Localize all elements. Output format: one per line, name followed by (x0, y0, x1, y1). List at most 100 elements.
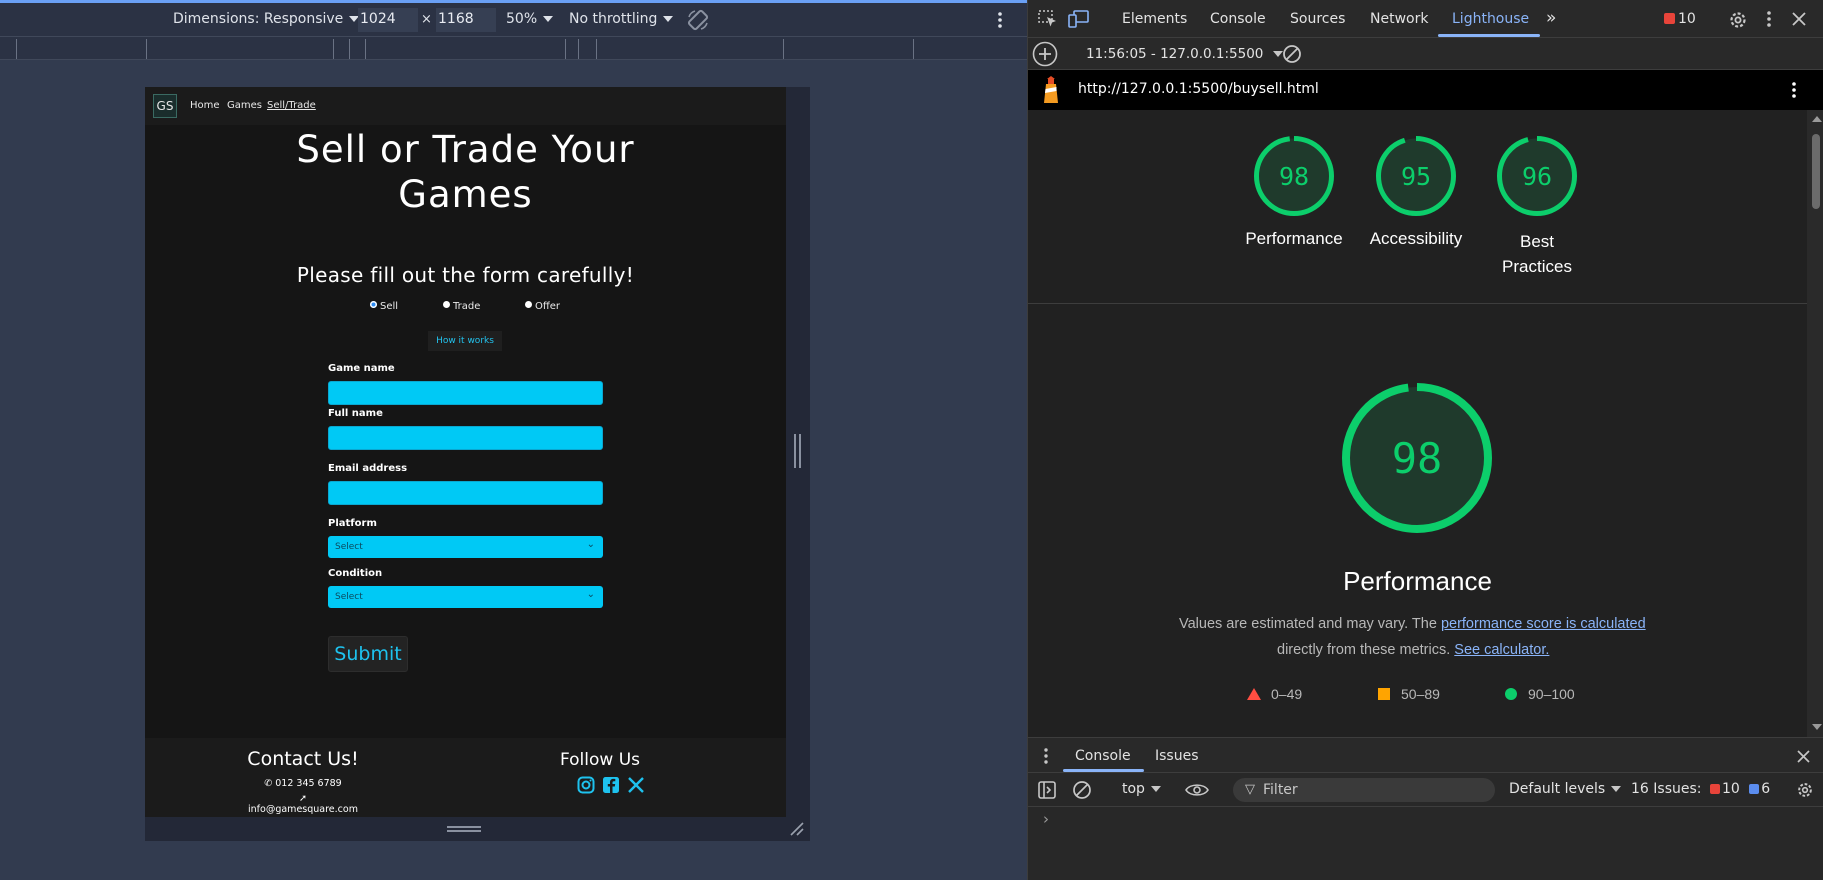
inspect-element-icon[interactable] (1038, 10, 1058, 28)
width-input[interactable]: 1024 (358, 8, 418, 32)
clear-console-icon[interactable] (1072, 780, 1092, 800)
performance-gauge[interactable]: 98 (1253, 135, 1335, 217)
context-selector[interactable]: top (1122, 781, 1161, 797)
clear-reports-icon[interactable] (1282, 44, 1302, 64)
report-menu-icon[interactable] (1788, 81, 1800, 99)
close-devtools-icon[interactable] (1792, 12, 1806, 26)
legend-average-label: 50–89 (1401, 686, 1440, 702)
tab-lighthouse[interactable]: Lighthouse (1452, 11, 1529, 27)
best-practices-gauge-label: Best Practices (1502, 232, 1572, 276)
scroll-down-icon[interactable] (1812, 724, 1822, 730)
legend-pass: 90–100 (1505, 686, 1575, 702)
contact-email: ➚ info@gamesquare.com (245, 793, 361, 815)
tab-network[interactable]: Network (1370, 11, 1428, 27)
nav-home[interactable]: Home (190, 100, 220, 111)
how-it-works-button[interactable]: How it works (428, 331, 502, 351)
instagram-icon[interactable] (577, 776, 595, 794)
submit-button[interactable]: Submit (328, 636, 408, 672)
phone-text: 012 345 6789 (275, 778, 342, 789)
width-resize-handle[interactable] (794, 434, 801, 468)
accessibility-gauge[interactable]: 95 (1375, 135, 1457, 217)
height-resize-handle[interactable] (447, 826, 481, 832)
best-practices-gauge[interactable]: 96 (1496, 135, 1578, 217)
report-url-bar: http://127.0.0.1:5500/buysell.html (1028, 70, 1823, 110)
site-logo[interactable]: GS (153, 94, 177, 118)
caret-down-icon (1150, 786, 1161, 792)
throttling-dropdown[interactable]: No throttling (569, 11, 674, 27)
console-filter-input[interactable]: ▽ Filter (1233, 778, 1495, 802)
more-tabs-icon[interactable]: » (1546, 8, 1556, 28)
dimensions-dropdown[interactable]: Dimensions: Responsive (173, 11, 360, 27)
scroll-thumb[interactable] (1812, 134, 1820, 209)
follow-title: Follow Us (559, 750, 641, 770)
error-icon (1664, 13, 1675, 24)
devtools-tab-bar: Elements Console Sources Network Lightho… (1028, 0, 1823, 38)
platform-select[interactable]: Select ⌄ (328, 536, 603, 558)
live-expression-eye-icon[interactable] (1185, 782, 1209, 798)
report-selector[interactable]: 11:56:05 - 127.0.0.1:5500 (1086, 46, 1284, 62)
console-output[interactable]: › (1028, 807, 1823, 880)
lighthouse-logo-icon (1044, 76, 1058, 103)
rotate-icon[interactable] (686, 8, 710, 32)
context-label: top (1122, 781, 1145, 797)
nav-games[interactable]: Games (227, 100, 262, 111)
full-name-label: Full name (328, 408, 383, 419)
drawer-tab-issues[interactable]: Issues (1155, 748, 1199, 764)
contact-phone: ✆ 012 345 6789 (245, 778, 361, 789)
times-symbol: × (421, 12, 432, 27)
site-navbar: GS Home Games Sell/Trade (145, 87, 786, 125)
gauge-score: 96 (1522, 162, 1552, 191)
nav-sell-trade[interactable]: Sell/Trade (267, 100, 316, 111)
sidebar-toggle-icon[interactable] (1038, 781, 1056, 799)
tab-sources[interactable]: Sources (1290, 11, 1345, 27)
resize-corner-icon[interactable] (788, 820, 806, 838)
issues-counter[interactable]: 16 Issues: 10 6 (1631, 781, 1770, 797)
issues-info-count: 6 (1761, 781, 1771, 797)
email-input[interactable] (328, 481, 603, 505)
tab-console[interactable]: Console (1210, 11, 1266, 27)
zoom-dropdown[interactable]: 50% (506, 11, 554, 27)
device-toggle-icon[interactable] (1068, 10, 1090, 28)
drawer-tab-console[interactable]: Console (1075, 748, 1131, 764)
condition-label: Condition (328, 568, 383, 579)
game-name-input[interactable] (328, 381, 603, 405)
condition-select[interactable]: Select ⌄ (328, 586, 603, 608)
error-counter[interactable]: 10 (1664, 11, 1696, 27)
triangle-icon (1247, 688, 1261, 700)
radio-selected-icon (370, 301, 377, 308)
close-drawer-icon[interactable] (1797, 750, 1810, 763)
radio-offer[interactable]: Offer (525, 301, 560, 312)
console-prompt-icon[interactable]: › (1043, 810, 1049, 828)
report-url[interactable]: http://127.0.0.1:5500/buysell.html (1078, 81, 1319, 97)
legend-pass-label: 90–100 (1528, 686, 1575, 702)
chevron-down-icon: ⌄ (586, 589, 595, 600)
full-name-input[interactable] (328, 426, 603, 450)
media-query-ruler[interactable] (0, 36, 1027, 60)
scroll-up-icon[interactable] (1812, 116, 1822, 122)
issue-info-icon (1749, 784, 1760, 794)
height-input[interactable]: 1168 (436, 8, 496, 32)
radio-icon (443, 301, 450, 308)
x-icon[interactable] (627, 776, 645, 794)
condition-select-value: Select (335, 592, 363, 602)
radio-sell[interactable]: Sell (370, 301, 398, 312)
log-levels-dropdown[interactable]: Default levels (1509, 781, 1622, 797)
customize-menu-icon[interactable] (1763, 10, 1775, 28)
radio-trade[interactable]: Trade (443, 301, 480, 312)
throttling-label: No throttling (569, 11, 658, 27)
lighthouse-report: 98 95 96 Performance Accessibility Best … (1028, 110, 1807, 737)
paper-plane-icon: ➚ (299, 793, 307, 804)
drawer-menu-icon[interactable] (1042, 747, 1050, 765)
report-scrollbar[interactable] (1807, 110, 1823, 737)
score-calculated-link[interactable]: performance score is calculated (1441, 616, 1646, 632)
page-title: Sell or Trade Your Games (296, 128, 635, 216)
facebook-icon[interactable] (602, 776, 620, 794)
see-calculator-link[interactable]: See calculator. (1454, 642, 1549, 658)
console-settings-icon[interactable] (1796, 781, 1814, 799)
legend-average: 50–89 (1378, 686, 1440, 702)
caret-down-icon (1611, 786, 1622, 792)
more-options-icon[interactable] (992, 11, 1008, 29)
tab-elements[interactable]: Elements (1122, 11, 1187, 27)
new-report-icon[interactable] (1032, 41, 1058, 67)
settings-gear-icon[interactable] (1728, 10, 1748, 30)
